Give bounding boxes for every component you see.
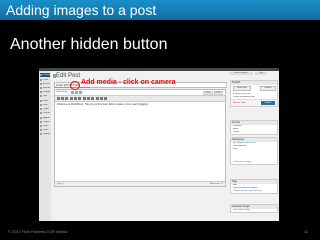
help-button[interactable]: Help <box>255 72 267 75</box>
editor-toolbar <box>55 95 225 102</box>
categories-spacer <box>231 151 277 161</box>
format-option[interactable]: Gallery <box>231 131 277 134</box>
settings-icon <box>40 133 42 135</box>
add-media-annotation: Add media - click on camera <box>81 79 176 86</box>
wordpress-edit-post-screenshot: Dashboard Posts All Posts Add New Catego… <box>39 68 279 221</box>
menu-item-comments[interactable]: Comments <box>40 111 50 115</box>
align-left-icon[interactable] <box>83 97 86 100</box>
bullet-icon <box>40 91 42 93</box>
publish-actions-row: Save Draft Preview <box>231 85 277 91</box>
featured-image-box: Featured Image Set featured image <box>230 204 278 213</box>
publish-button[interactable]: Publish <box>261 101 275 105</box>
unlink-icon[interactable] <box>100 97 103 100</box>
post-editor: Upload/Insert Visual HTML Welcome to Wor… <box>54 89 226 187</box>
pages-icon <box>40 108 42 110</box>
bullet-list-icon[interactable] <box>70 97 73 100</box>
set-featured-image-link[interactable]: Set featured image <box>231 209 277 212</box>
screen-options-button[interactable]: Screen Options <box>229 72 253 75</box>
italic-icon[interactable] <box>61 97 64 100</box>
slide-header-bar: Adding images to a post <box>0 0 320 20</box>
path-label: Path: p <box>57 183 64 185</box>
slide-page-number: 11 <box>304 229 309 234</box>
move-to-trash-link[interactable]: Move to Trash <box>233 101 246 105</box>
categories-box: Categories All Categories Most Used Unca… <box>230 137 278 165</box>
publish-box: Publish Save Draft Preview Status: Draft… <box>230 80 278 107</box>
appearance-icon <box>40 117 42 119</box>
add-media-camera-icon[interactable] <box>71 91 74 94</box>
camera-highlight-circle <box>70 81 80 90</box>
comments-icon <box>40 112 42 114</box>
align-center-icon[interactable] <box>87 97 90 100</box>
publish-row: Move to Trash Publish <box>231 99 277 106</box>
bullet-icon <box>40 83 42 85</box>
add-video-icon[interactable] <box>75 91 78 94</box>
bullet-icon <box>40 87 42 89</box>
numbered-list-icon[interactable] <box>74 97 77 100</box>
save-draft-button[interactable]: Save Draft <box>233 86 251 91</box>
media-buttons <box>71 91 83 94</box>
align-right-icon[interactable] <box>91 97 94 100</box>
bold-icon[interactable] <box>57 97 60 100</box>
plugins-icon <box>40 121 42 123</box>
preview-button[interactable]: Preview <box>260 86 276 91</box>
slide-subtitle: Another hidden button <box>10 36 168 53</box>
media-icon <box>40 100 42 102</box>
users-icon <box>40 125 42 127</box>
add-category-link[interactable]: + Add New Category <box>231 161 277 164</box>
menu-item-tags[interactable]: Tags <box>40 94 50 98</box>
footer-copyright: © 2012 Rich Roberts CGR Media <box>8 229 68 234</box>
link-icon[interactable] <box>96 97 99 100</box>
posts-icon <box>40 79 42 81</box>
add-tag-button[interactable]: Add <box>233 184 237 186</box>
post-content[interactable]: Welcome to WordPress. This is your first… <box>57 103 148 106</box>
tags-box: Tags Add Separate tags with commas Choos… <box>230 179 278 194</box>
editor-status-bar: Path: p Word count: 17 <box>55 181 225 186</box>
slide-title: Adding images to a post <box>6 2 157 18</box>
upload-insert-label: Upload/Insert <box>56 91 68 93</box>
admin-menu: Dashboard Posts All Posts Add New Catego… <box>39 71 51 221</box>
format-box: Format Standard Aside Gallery <box>230 120 278 135</box>
menu-item-settings[interactable]: Settings <box>40 132 50 136</box>
most-used-tags-link[interactable]: Choose from the most used tags <box>231 190 277 193</box>
word-count: Word count: 17 <box>209 183 223 185</box>
more-icon[interactable] <box>104 97 107 100</box>
bullet-icon <box>40 95 42 97</box>
blockquote-icon[interactable] <box>78 97 81 100</box>
menu-item-dashboard[interactable]: Dashboard <box>40 73 50 77</box>
add-audio-icon[interactable] <box>79 91 82 94</box>
page-title: Edit Post <box>56 73 81 79</box>
dashboard-icon <box>40 74 42 76</box>
tools-icon <box>40 129 42 131</box>
strikethrough-icon[interactable] <box>65 97 68 100</box>
links-icon <box>40 104 42 106</box>
admin-bar <box>39 68 279 71</box>
